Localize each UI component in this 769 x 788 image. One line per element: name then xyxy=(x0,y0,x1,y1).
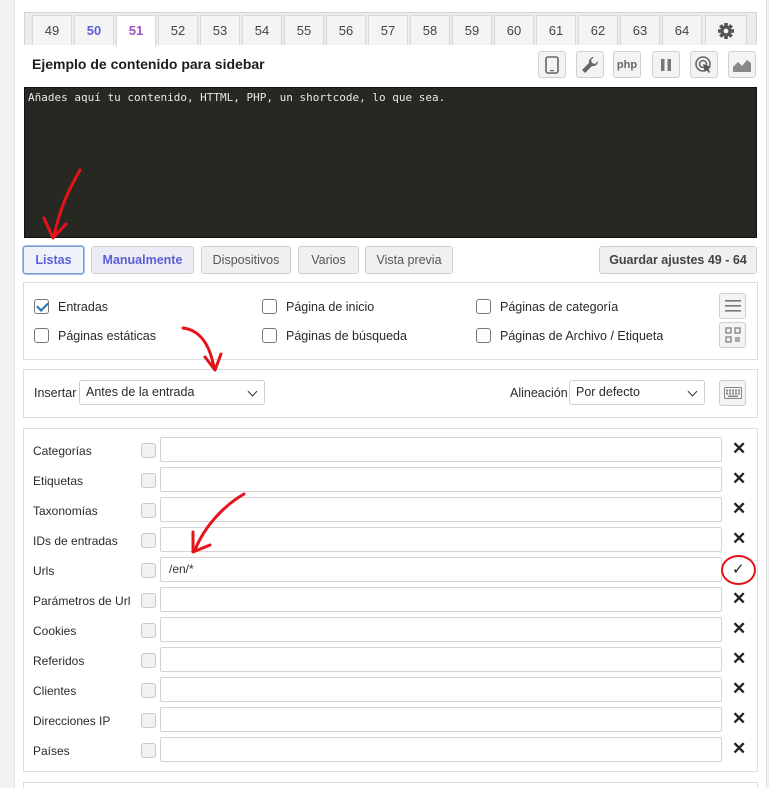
annotation-arrows xyxy=(42,168,246,554)
arrow-to-listas xyxy=(52,168,82,238)
arrow-to-urls xyxy=(193,492,246,552)
